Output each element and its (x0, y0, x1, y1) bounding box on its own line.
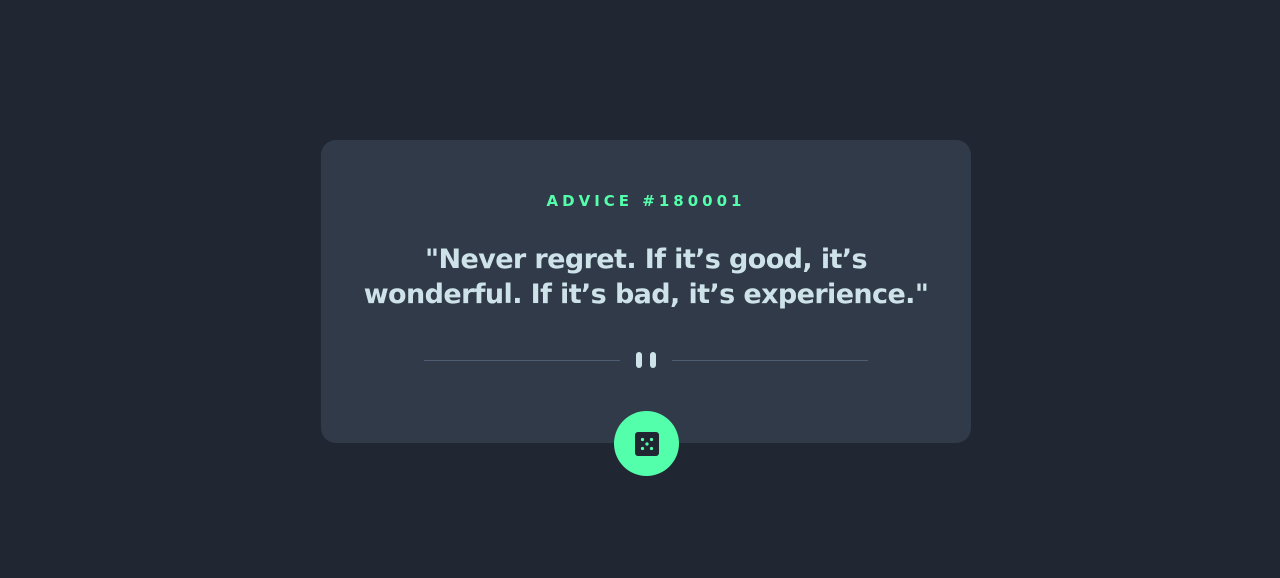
advice-id-label: ADVICE #180001 (546, 192, 746, 210)
advice-quote: "Never regret. If it’s good, it’s wonder… (363, 244, 929, 310)
pause-bar-left (636, 352, 642, 368)
pause-bar-right (650, 352, 656, 368)
generate-advice-button[interactable] (614, 411, 679, 476)
divider-line-right (672, 360, 868, 361)
divider-line-left (424, 360, 620, 361)
dice-icon (634, 431, 659, 456)
